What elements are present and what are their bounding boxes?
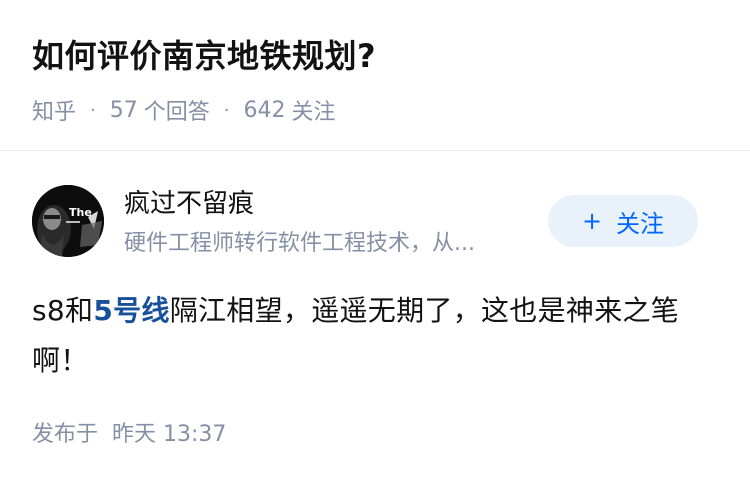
author-name[interactable]: 疯过不留痕 bbox=[124, 186, 254, 222]
source-label[interactable]: 知乎 bbox=[32, 94, 76, 126]
question-meta: 知乎 · 57 个回答 · 642 关注 bbox=[32, 94, 336, 126]
publish-time: 发布于 昨天 13:37 bbox=[32, 418, 226, 452]
avatar[interactable]: The bbox=[32, 185, 104, 257]
publish-time-value: 昨天 13:37 bbox=[112, 422, 227, 447]
avatar-image: The bbox=[32, 185, 104, 257]
answer-page: 如何评价南京地铁规划? 知乎 · 57 个回答 · 642 关注 The 疯过不… bbox=[0, 0, 750, 486]
answer-count: 57 bbox=[109, 97, 138, 123]
publish-label: 发布于 bbox=[32, 422, 99, 447]
follow-label: 关注 bbox=[616, 209, 665, 238]
plus-icon: + bbox=[581, 207, 603, 235]
svg-text:The: The bbox=[69, 206, 92, 219]
divider bbox=[0, 150, 750, 151]
separator-dot: · bbox=[223, 99, 230, 121]
follow-button[interactable]: + 关注 bbox=[548, 195, 698, 247]
author-bio: 硬件工程师转行软件工程技术，从... bbox=[124, 231, 475, 256]
separator-dot: · bbox=[90, 99, 96, 121]
answer-link[interactable]: 5号线 bbox=[93, 294, 169, 327]
answer-content: s8和5号线隔江相望，遥遥无期了，这也是神来之笔啊！ bbox=[32, 286, 722, 386]
follower-count-label: 关注 bbox=[291, 100, 336, 125]
answer-text: s8和 bbox=[32, 294, 94, 327]
question-title[interactable]: 如何评价南京地铁规划? bbox=[32, 32, 376, 80]
answer-count-label: 个回答 bbox=[143, 100, 210, 125]
follower-count: 642 bbox=[243, 97, 286, 123]
